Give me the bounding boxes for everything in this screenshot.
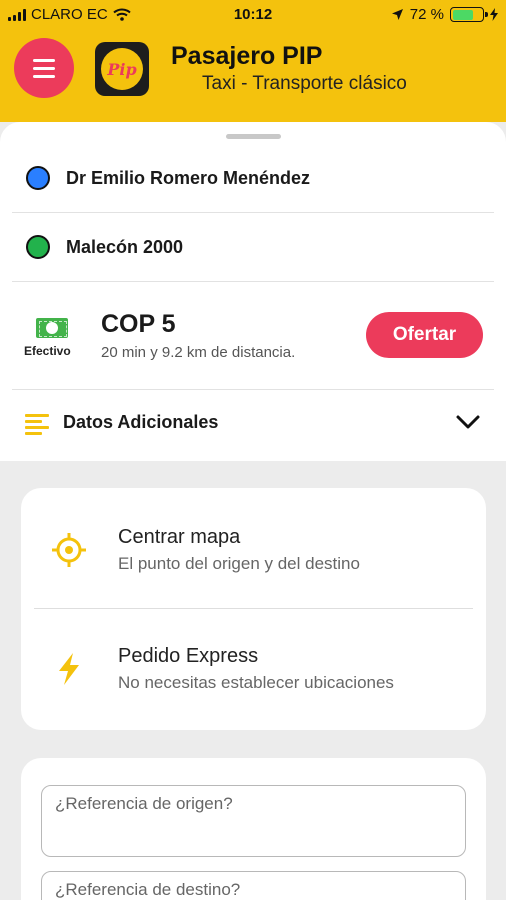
additional-data-label: Datos Adicionales bbox=[63, 412, 219, 432]
service-type[interactable]: Taxi - Transporte clásico bbox=[202, 73, 407, 95]
payment-method-label[interactable]: Efectivo bbox=[24, 344, 71, 358]
destination-address: Malecón 2000 bbox=[66, 236, 184, 257]
app-logo: Pip bbox=[95, 42, 149, 96]
crosshair-icon bbox=[52, 533, 86, 567]
express-order-option[interactable]: Pedido Express No necesitas establecer u… bbox=[21, 609, 486, 729]
origin-address: Dr Emilio Romero Menéndez bbox=[66, 167, 311, 188]
destination-reference-input[interactable] bbox=[41, 871, 466, 900]
origin-dot-icon bbox=[26, 166, 50, 190]
app-logo-text: Pip bbox=[101, 48, 143, 90]
destination-dot-icon bbox=[26, 235, 50, 259]
price: COP 5 bbox=[101, 310, 176, 338]
divider bbox=[12, 281, 494, 282]
origin-reference-input[interactable] bbox=[41, 785, 466, 857]
status-bar: CLARO EC 10:12 72 % bbox=[0, 0, 506, 30]
option-title: Pedido Express bbox=[118, 645, 259, 667]
center-map-option[interactable]: Centrar mapa El punto del origen y del d… bbox=[21, 488, 486, 608]
references-card bbox=[21, 758, 486, 900]
list-lines-icon bbox=[25, 412, 49, 436]
cash-icon[interactable] bbox=[36, 318, 68, 338]
battery-percent: 72 % bbox=[409, 6, 444, 23]
option-title: Centrar mapa bbox=[118, 526, 241, 548]
location-arrow-icon bbox=[391, 9, 403, 20]
map-options-card: Centrar mapa El punto del origen y del d… bbox=[21, 488, 486, 730]
battery-icon bbox=[450, 7, 488, 22]
trip-eta-distance: 20 min y 9.2 km de distancia. bbox=[101, 344, 296, 361]
status-right: 72 % bbox=[391, 6, 498, 23]
charging-bolt-icon bbox=[490, 8, 498, 21]
destination-row[interactable]: Malecón 2000 bbox=[0, 213, 506, 281]
drag-handle[interactable] bbox=[226, 134, 281, 139]
chevron-down-icon[interactable] bbox=[455, 412, 481, 432]
lightning-bolt-icon bbox=[59, 653, 79, 685]
origin-row[interactable]: Dr Emilio Romero Menéndez bbox=[0, 144, 506, 212]
additional-data-row[interactable]: Datos Adicionales bbox=[0, 390, 506, 461]
app-header: CLARO EC 10:12 72 % Pip Pasajero PIP Tax… bbox=[0, 0, 506, 122]
offer-button[interactable]: Ofertar bbox=[366, 312, 483, 358]
option-subtitle: No necesitas establecer ubicaciones bbox=[118, 673, 394, 692]
option-subtitle: El punto del origen y del destino bbox=[118, 554, 360, 573]
trip-card: Dr Emilio Romero Menéndez Malecón 2000 E… bbox=[0, 122, 506, 461]
menu-button[interactable] bbox=[14, 38, 74, 98]
app-title: Pasajero PIP bbox=[171, 42, 323, 70]
